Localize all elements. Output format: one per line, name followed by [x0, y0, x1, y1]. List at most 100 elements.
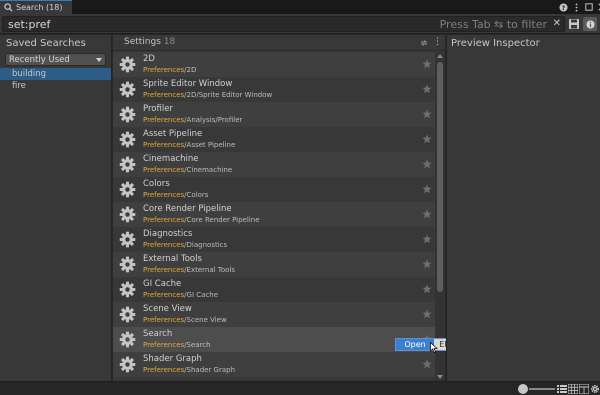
gear-icon — [119, 256, 136, 273]
favorite-star-icon[interactable] — [422, 84, 432, 94]
results-list: 2D Preferences/2D Sprite Editor Window Pref… — [113, 52, 435, 381]
more-vertical-icon[interactable] — [571, 2, 581, 12]
gear-icon[interactable] — [590, 384, 600, 394]
result-row[interactable]: Profiler Preferences/Analysis/Profiler — [113, 102, 435, 127]
result-path-rest: /Analysis/Profiler — [184, 116, 243, 124]
status-bar — [0, 381, 600, 395]
item-size-slider[interactable] — [529, 388, 555, 390]
result-row[interactable]: Diagnostics Preferences/Diagnostics — [113, 227, 435, 252]
result-path: Preferences/Analysis/Profiler — [143, 116, 242, 124]
result-path-rest: /Asset Pipeline — [184, 141, 236, 149]
result-name: Colors — [143, 179, 170, 189]
result-name: Sprite Editor Window — [143, 79, 233, 89]
result-path-prefix: Preferences — [143, 291, 185, 299]
result-row[interactable]: Scene View Preferences/Scene View — [113, 302, 435, 327]
favorite-star-icon[interactable] — [422, 209, 432, 219]
results-count: 18 — [163, 37, 176, 47]
result-path-rest: /Search — [184, 341, 211, 349]
result-row[interactable]: Sprite Editor Window Preferences/2D/Sprit… — [113, 77, 435, 102]
favorite-star-icon[interactable] — [422, 109, 432, 119]
dropdown-value: Recently Used — [9, 55, 70, 65]
result-name: Shader Graph — [143, 354, 202, 364]
item-size-slider-knob[interactable] — [518, 384, 528, 394]
saved-searches-dropdown[interactable]: Recently Used — [5, 53, 106, 66]
favorite-star-icon[interactable] — [422, 234, 432, 244]
search-hint: Press Tab ⇆ to filter — [439, 18, 547, 31]
result-path: Preferences/Search — [143, 341, 211, 349]
result-path-prefix: Preferences — [143, 141, 185, 149]
list-view-icon[interactable] — [557, 384, 567, 394]
result-name: 2D — [143, 54, 155, 64]
favorite-star-icon[interactable] — [422, 159, 432, 169]
result-name: External Tools — [143, 254, 202, 264]
result-path-prefix: Preferences — [143, 266, 185, 274]
result-row[interactable]: Shader Graph Preferences/Shader Graph — [113, 352, 435, 377]
window-tab[interactable]: Search (18) — [0, 0, 72, 14]
result-row[interactable]: Search Preferences/Search — [113, 327, 435, 352]
gear-icon — [119, 206, 136, 223]
favorite-star-icon[interactable] — [422, 309, 432, 319]
saved-search-item[interactable]: building — [0, 68, 111, 80]
result-row[interactable]: GI Cache Preferences/GI Cache — [113, 277, 435, 302]
gear-icon — [119, 181, 136, 198]
result-path-prefix: Preferences — [143, 66, 185, 74]
result-path-prefix: Preferences — [143, 341, 185, 349]
result-path: Preferences/Core Render Pipeline — [143, 216, 260, 224]
result-row[interactable]: Cinemachine Preferences/Cinemachine — [113, 152, 435, 177]
saved-searches-panel: Saved Searches Recently Used building fi… — [0, 35, 112, 381]
result-row[interactable]: 2D Preferences/2D — [113, 52, 435, 77]
favorite-star-icon[interactable] — [422, 184, 432, 194]
grid-view-icon[interactable] — [568, 384, 578, 394]
scroll-up-icon[interactable] — [437, 54, 443, 58]
result-path-rest: /2D/Sprite Editor Window — [184, 91, 273, 99]
window-tab-title: Search (18) — [16, 3, 63, 12]
favorite-star-icon[interactable] — [422, 359, 432, 369]
result-row[interactable]: Core Render Pipeline Preferences/Core Ren… — [113, 202, 435, 227]
preview-inspector-title: Preview Inspector — [451, 38, 540, 49]
mouse-cursor-icon — [430, 342, 438, 353]
preview-inspector-toggle-button[interactable] — [583, 17, 597, 31]
result-path-rest: /Scene View — [184, 316, 227, 324]
favorite-star-icon[interactable] — [422, 284, 432, 294]
table-view-icon[interactable] — [579, 384, 589, 394]
help-icon[interactable]: ? — [558, 2, 568, 12]
result-path-prefix: Preferences — [143, 241, 185, 249]
more-vertical-icon[interactable]: ⋮ — [433, 37, 442, 47]
open-action-button[interactable]: Open — [396, 339, 434, 350]
result-name: GI Cache — [143, 279, 182, 289]
results-scrollbar[interactable] — [435, 52, 445, 381]
sync-icon[interactable] — [419, 38, 429, 48]
scroll-down-icon[interactable] — [437, 375, 443, 379]
gear-icon — [119, 156, 136, 173]
result-path: Preferences/Scene View — [143, 316, 227, 324]
result-path-prefix: Preferences — [143, 366, 185, 374]
scrollbar-thumb[interactable] — [437, 62, 443, 292]
favorite-star-icon[interactable] — [422, 59, 432, 69]
result-path-prefix: Preferences — [143, 91, 185, 99]
favorite-star-icon[interactable] — [422, 134, 432, 144]
result-path: Preferences/External Tools — [143, 266, 235, 274]
save-search-icon[interactable] — [568, 18, 580, 30]
clear-search-icon[interactable]: ✕ — [553, 17, 561, 31]
result-row[interactable]: Colors Preferences/Colors — [113, 177, 435, 202]
result-path: Preferences/Colors — [143, 191, 208, 199]
favorite-star-icon[interactable] — [422, 259, 432, 269]
result-name: Core Render Pipeline — [143, 204, 232, 214]
result-row[interactable]: Asset Pipeline Preferences/Asset Pipeline — [113, 127, 435, 152]
gear-icon — [119, 56, 136, 73]
window-titlebar: Search (18) ? — [0, 0, 600, 14]
gear-icon — [119, 81, 136, 98]
result-name: Profiler — [143, 104, 173, 114]
result-path: Preferences/2D — [143, 66, 196, 74]
result-name: Asset Pipeline — [143, 129, 203, 139]
result-path: Preferences/Shader Graph — [143, 366, 235, 374]
saved-search-item[interactable]: fire — [0, 80, 111, 92]
result-row[interactable]: External Tools Preferences/External Tools — [113, 252, 435, 277]
search-input[interactable]: set:pref Press Tab ⇆ to filter ✕ — [2, 16, 565, 32]
result-path-rest: /Cinemachine — [184, 166, 233, 174]
result-path-rest: /GI Cache — [184, 291, 219, 299]
result-name: Search — [143, 329, 173, 339]
gear-icon — [119, 231, 136, 248]
maximize-icon[interactable] — [584, 2, 594, 12]
result-path: Preferences/Diagnostics — [143, 241, 227, 249]
